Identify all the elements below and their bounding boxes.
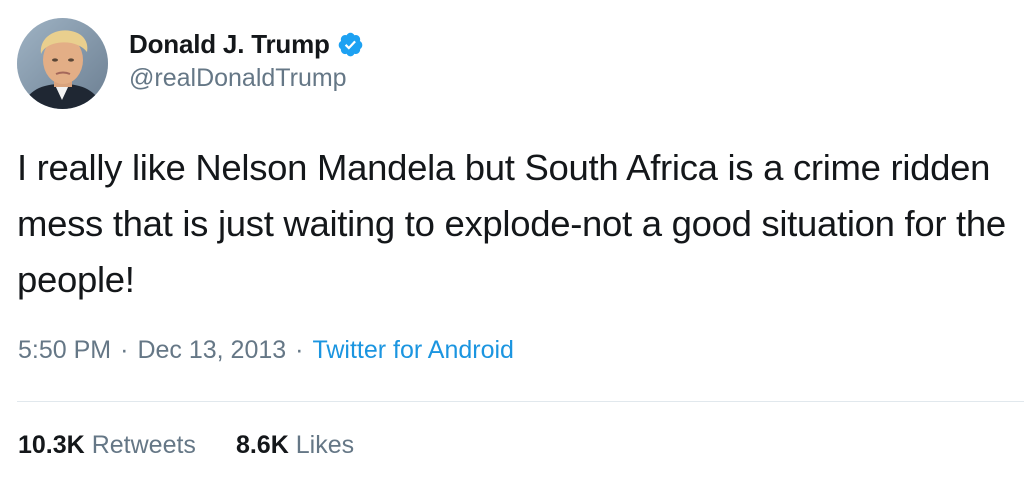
divider xyxy=(17,401,1024,402)
tweet-meta: 5:50 PM · Dec 13, 2013 · Twitter for And… xyxy=(18,336,514,365)
author-name-row[interactable]: Donald J. Trump xyxy=(129,26,364,62)
likes-count: 8.6K xyxy=(235,431,289,459)
profile-photo-icon xyxy=(17,18,108,109)
tweet-card: Donald J. Trump @realDonaldTrump I reall… xyxy=(0,0,1024,481)
verified-badge-icon xyxy=(337,31,364,58)
meta-separator: · xyxy=(120,336,129,364)
author-handle[interactable]: @realDonaldTrump xyxy=(129,64,347,93)
tweet-date[interactable]: Dec 13, 2013 xyxy=(137,336,286,365)
retweets-count: 10.3K xyxy=(18,431,85,459)
tweet-source-link[interactable]: Twitter for Android xyxy=(312,336,513,365)
retweets-stat[interactable]: 10.3K Retweets xyxy=(18,431,196,460)
tweet-time[interactable]: 5:50 PM xyxy=(18,336,111,365)
meta-separator-2: · xyxy=(295,336,304,364)
author-display-name[interactable]: Donald J. Trump xyxy=(129,29,330,60)
likes-stat[interactable]: 8.6K Likes xyxy=(236,431,354,460)
likes-label: Likes xyxy=(295,431,355,459)
tweet-stats: 10.3K Retweets 8.6K Likes xyxy=(18,431,354,460)
avatar[interactable] xyxy=(17,18,108,109)
tweet-text: I really like Nelson Mandela but South A… xyxy=(17,147,1006,300)
retweets-label: Retweets xyxy=(91,431,196,459)
